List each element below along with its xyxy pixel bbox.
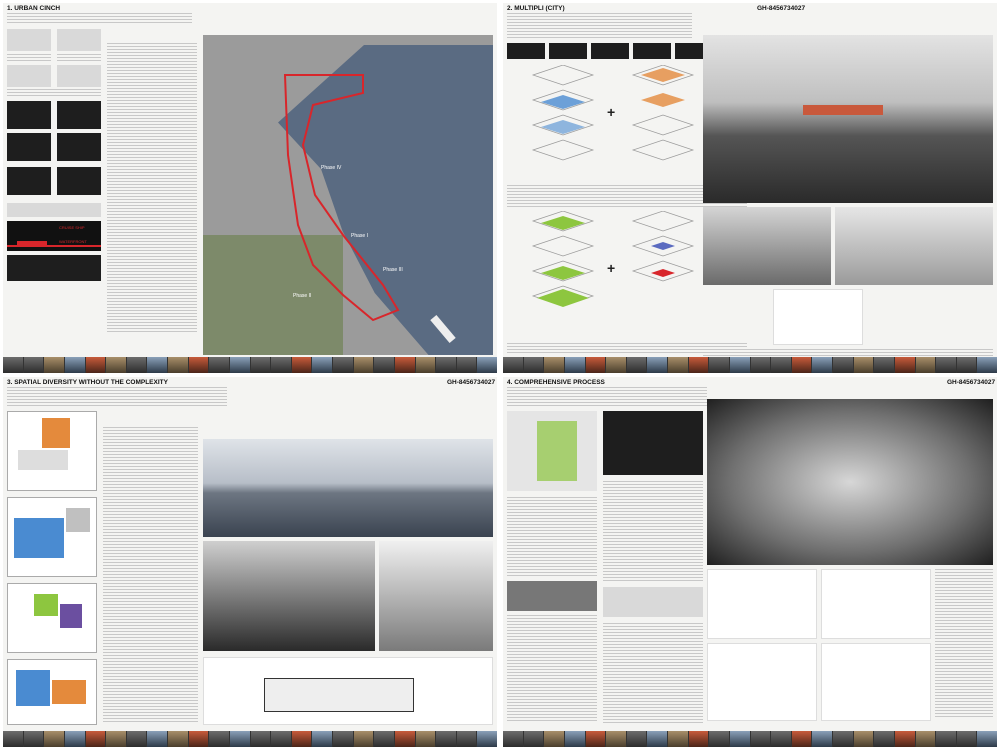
board-title: 3. SPATIAL DIVERSITY WITHOUT THE COMPLEX… [7,379,168,386]
body-text-column [507,497,597,577]
program-exploded-diagram-bottom: + [531,211,695,307]
site-section-drawing [7,203,101,217]
structure-chart [603,587,703,617]
phase-ii-label: Phase II [293,293,312,299]
intro-text-block [7,387,227,407]
massing-model-photo [57,133,101,161]
floor-plan-upper [7,411,97,491]
plan-zone-green [34,594,58,616]
board-multipli-city: 2. MULTIPLI (CITY) GH-8456734027 + + [503,3,997,373]
program-exploded-diagram-top: + [531,65,695,161]
floor-plan-ground [7,659,97,725]
board-comprehensive-process: 4. COMPREHENSIVE PROCESS GH-8456734027 [503,377,997,747]
thumbnail-strip [3,357,497,373]
phase-iii-label: Phase III [383,267,403,273]
interior-render-left [703,207,831,285]
massing-model-dark [603,411,703,475]
model-thumb [633,43,671,59]
massing-model-photo [57,101,101,129]
body-text-column [103,427,198,723]
site-section-red: CRUISE SHIP WATERFRONT [7,221,101,251]
night-section-drawing [7,255,101,281]
model-thumb [549,43,587,59]
render-caption [703,349,993,357]
intro-text-block [507,387,707,407]
structure-diagram-4 [821,643,931,721]
section-building [264,678,414,712]
structural-interior-render [707,399,993,565]
landscape-photo [507,581,597,611]
board-urban-cinch: 1. URBAN CINCH CRUISE SHIP WATERFRONT Ph… [3,3,497,373]
diagram-caption [57,54,101,62]
plan-zone-grey [18,450,68,470]
phase-i-label: Phase I [351,233,368,239]
body-text-column [107,43,197,333]
board-title: 1. URBAN CINCH [7,5,61,12]
site-green-zone [537,421,577,481]
structure-diagram-1 [707,569,817,639]
waterfront-panorama [203,439,493,537]
svg-text:+: + [607,104,615,120]
program-diagram-2 [57,29,101,51]
structure-text-column [935,569,993,719]
night-exterior-render [379,541,493,651]
plan-zone-purple [60,604,82,628]
body-text-column [507,615,597,723]
phase-iv-label: Phase IV [321,165,342,171]
intro-text-block [507,13,692,39]
board-spatial-diversity: 3. SPATIAL DIVERSITY WITHOUT THE COMPLEX… [3,377,497,747]
massing-model-photo [7,101,51,129]
plan-zone-blue [14,518,64,558]
roof-accent [803,105,883,115]
thumbnail-strip [503,357,997,373]
interior-render-right [835,207,993,285]
long-section-drawing [203,657,493,725]
structure-diagram-3 [707,643,817,721]
cruise-ship-label: CRUISE SHIP [59,225,85,230]
bw-exterior-render [203,541,375,651]
aerial-site-map: Phase IV Phase I Phase III Phase II [203,35,493,355]
model-thumb [591,43,629,59]
diagram-caption [7,54,51,62]
plan-zone-orange [42,418,70,448]
program-diagram-1 [7,29,51,51]
board-code: GH-8456734027 [757,5,806,12]
harbor-aerial-render [703,35,993,203]
model-thumb [507,43,545,59]
intro-text-block [7,13,192,25]
waterfront-label: WATERFRONT [59,239,87,244]
floor-plan-lower [7,583,97,653]
plan-zone-blue [16,670,50,706]
svg-text:+: + [607,260,615,276]
program-diagram-3 [7,65,51,87]
plan-zone-grey [66,508,90,532]
structure-diagram-2 [821,569,931,639]
program-diagram-4 [57,65,101,87]
board-code: GH-8456734027 [947,379,996,386]
body-text-column [603,481,703,581]
plan-zone-orange [52,680,86,704]
board-code: GH-8456734027 [447,379,496,386]
building-section [773,289,863,345]
massing-model-photo [7,133,51,161]
body-text-column [603,623,703,723]
board-title: 4. COMPREHENSIVE PROCESS [507,379,605,386]
massing-model-photo [57,167,101,195]
massing-model-photo [7,167,51,195]
thumbnail-strip [3,731,497,747]
site-boundary-outline [283,74,400,322]
thumbnail-strip [503,731,997,747]
diagram-caption [7,89,101,97]
site-diagram [507,411,597,491]
floor-plan-middle [7,497,97,577]
board-title: 2. MULTIPLI (CITY) [507,5,565,12]
